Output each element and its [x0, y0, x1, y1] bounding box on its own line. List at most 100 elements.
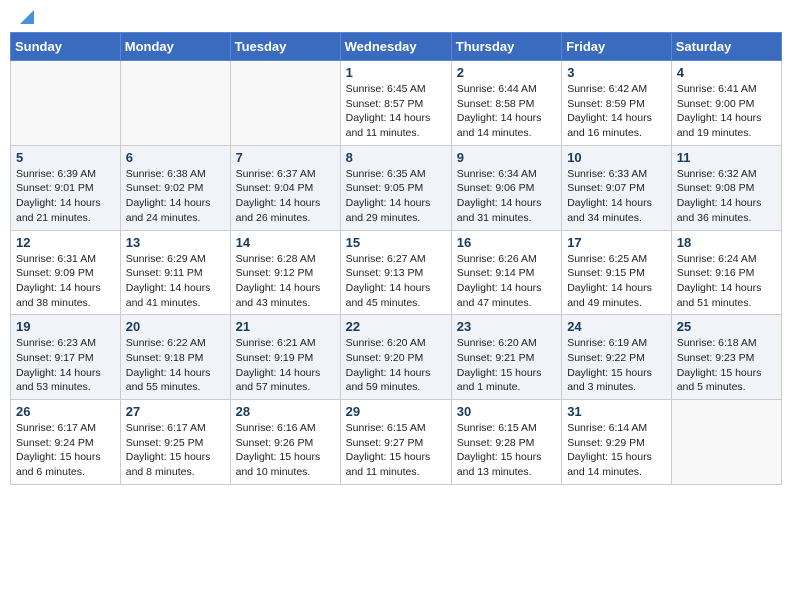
day-info: Sunrise: 6:20 AMSunset: 9:21 PMDaylight:…: [457, 336, 556, 395]
day-number: 14: [236, 235, 335, 250]
day-number: 10: [567, 150, 666, 165]
calendar-cell: [11, 61, 121, 146]
calendar-cell: 21 Sunrise: 6:21 AMSunset: 9:19 PMDayligh…: [230, 315, 340, 400]
calendar-cell: 14 Sunrise: 6:28 AMSunset: 9:12 PMDayligh…: [230, 230, 340, 315]
calendar-cell: 5 Sunrise: 6:39 AMSunset: 9:01 PMDaylight…: [11, 145, 121, 230]
day-number: 20: [126, 319, 225, 334]
calendar-cell: 7 Sunrise: 6:37 AMSunset: 9:04 PMDaylight…: [230, 145, 340, 230]
day-number: 25: [677, 319, 776, 334]
day-number: 11: [677, 150, 776, 165]
col-header-saturday: Saturday: [671, 33, 781, 61]
day-number: 21: [236, 319, 335, 334]
calendar-cell: 16 Sunrise: 6:26 AMSunset: 9:14 PMDayligh…: [451, 230, 561, 315]
day-info: Sunrise: 6:37 AMSunset: 9:04 PMDaylight:…: [236, 167, 335, 226]
day-info: Sunrise: 6:42 AMSunset: 8:59 PMDaylight:…: [567, 82, 666, 141]
day-number: 28: [236, 404, 335, 419]
calendar-cell: 15 Sunrise: 6:27 AMSunset: 9:13 PMDayligh…: [340, 230, 451, 315]
day-info: Sunrise: 6:23 AMSunset: 9:17 PMDaylight:…: [16, 336, 115, 395]
col-header-tuesday: Tuesday: [230, 33, 340, 61]
calendar-cell: 22 Sunrise: 6:20 AMSunset: 9:20 PMDayligh…: [340, 315, 451, 400]
day-info: Sunrise: 6:27 AMSunset: 9:13 PMDaylight:…: [346, 252, 446, 311]
day-number: 19: [16, 319, 115, 334]
calendar-cell: 2Sunrise: 6:44 AMSunset: 8:58 PMDaylight…: [451, 61, 561, 146]
day-info: Sunrise: 6:16 AMSunset: 9:26 PMDaylight:…: [236, 421, 335, 480]
day-number: 27: [126, 404, 225, 419]
day-info: Sunrise: 6:17 AMSunset: 9:24 PMDaylight:…: [16, 421, 115, 480]
day-number: 22: [346, 319, 446, 334]
day-info: Sunrise: 6:19 AMSunset: 9:22 PMDaylight:…: [567, 336, 666, 395]
calendar-cell: 10 Sunrise: 6:33 AMSunset: 9:07 PMDayligh…: [562, 145, 672, 230]
logo: [14, 10, 38, 24]
day-number: 3: [567, 65, 666, 80]
day-number: 8: [346, 150, 446, 165]
day-info: Sunrise: 6:34 AMSunset: 9:06 PMDaylight:…: [457, 167, 556, 226]
day-info: Sunrise: 6:22 AMSunset: 9:18 PMDaylight:…: [126, 336, 225, 395]
calendar-header-row: SundayMondayTuesdayWednesdayThursdayFrid…: [11, 33, 782, 61]
calendar-week-2: 5 Sunrise: 6:39 AMSunset: 9:01 PMDaylight…: [11, 145, 782, 230]
calendar-week-5: 26 Sunrise: 6:17 AMSunset: 9:24 PMDayligh…: [11, 400, 782, 485]
day-info: Sunrise: 6:21 AMSunset: 9:19 PMDaylight:…: [236, 336, 335, 395]
day-info: Sunrise: 6:31 AMSunset: 9:09 PMDaylight:…: [16, 252, 115, 311]
day-info: Sunrise: 6:38 AMSunset: 9:02 PMDaylight:…: [126, 167, 225, 226]
day-number: 26: [16, 404, 115, 419]
day-info: Sunrise: 6:39 AMSunset: 9:01 PMDaylight:…: [16, 167, 115, 226]
day-number: 2: [457, 65, 556, 80]
calendar-cell: 12 Sunrise: 6:31 AMSunset: 9:09 PMDayligh…: [11, 230, 121, 315]
col-header-thursday: Thursday: [451, 33, 561, 61]
calendar-cell: 20 Sunrise: 6:22 AMSunset: 9:18 PMDayligh…: [120, 315, 230, 400]
day-number: 4: [677, 65, 776, 80]
calendar-week-1: 1 Sunrise: 6:45 AMSunset: 8:57 PMDaylight…: [11, 61, 782, 146]
day-number: 24: [567, 319, 666, 334]
day-number: 5: [16, 150, 115, 165]
day-info: Sunrise: 6:26 AMSunset: 9:14 PMDaylight:…: [457, 252, 556, 311]
day-info: Sunrise: 6:45 AMSunset: 8:57 PMDaylight:…: [346, 82, 446, 141]
day-info: Sunrise: 6:35 AMSunset: 9:05 PMDaylight:…: [346, 167, 446, 226]
calendar-cell: 27 Sunrise: 6:17 AMSunset: 9:25 PMDayligh…: [120, 400, 230, 485]
col-header-sunday: Sunday: [11, 33, 121, 61]
day-number: 31: [567, 404, 666, 419]
day-number: 23: [457, 319, 556, 334]
day-number: 7: [236, 150, 335, 165]
day-number: 30: [457, 404, 556, 419]
calendar-week-4: 19 Sunrise: 6:23 AMSunset: 9:17 PMDayligh…: [11, 315, 782, 400]
col-header-monday: Monday: [120, 33, 230, 61]
day-number: 12: [16, 235, 115, 250]
day-info: Sunrise: 6:32 AMSunset: 9:08 PMDaylight:…: [677, 167, 776, 226]
calendar-table: SundayMondayTuesdayWednesdayThursdayFrid…: [10, 32, 782, 485]
calendar-week-3: 12 Sunrise: 6:31 AMSunset: 9:09 PMDayligh…: [11, 230, 782, 315]
day-info: Sunrise: 6:20 AMSunset: 9:20 PMDaylight:…: [346, 336, 446, 395]
day-info: Sunrise: 6:28 AMSunset: 9:12 PMDaylight:…: [236, 252, 335, 311]
day-info: Sunrise: 6:25 AMSunset: 9:15 PMDaylight:…: [567, 252, 666, 311]
calendar-cell: [230, 61, 340, 146]
calendar-cell: 28 Sunrise: 6:16 AMSunset: 9:26 PMDayligh…: [230, 400, 340, 485]
day-info: Sunrise: 6:15 AMSunset: 9:28 PMDaylight:…: [457, 421, 556, 480]
day-info: Sunrise: 6:15 AMSunset: 9:27 PMDaylight:…: [346, 421, 446, 480]
day-number: 13: [126, 235, 225, 250]
calendar-cell: 19 Sunrise: 6:23 AMSunset: 9:17 PMDayligh…: [11, 315, 121, 400]
calendar-cell: 26 Sunrise: 6:17 AMSunset: 9:24 PMDayligh…: [11, 400, 121, 485]
day-number: 15: [346, 235, 446, 250]
calendar-cell: 17 Sunrise: 6:25 AMSunset: 9:15 PMDayligh…: [562, 230, 672, 315]
day-info: Sunrise: 6:41 AMSunset: 9:00 PMDaylight:…: [677, 82, 776, 141]
day-number: 1: [346, 65, 446, 80]
calendar-cell: 4 Sunrise: 6:41 AMSunset: 9:00 PMDaylight…: [671, 61, 781, 146]
day-info: Sunrise: 6:17 AMSunset: 9:25 PMDaylight:…: [126, 421, 225, 480]
col-header-wednesday: Wednesday: [340, 33, 451, 61]
day-info: Sunrise: 6:33 AMSunset: 9:07 PMDaylight:…: [567, 167, 666, 226]
day-number: 6: [126, 150, 225, 165]
day-number: 16: [457, 235, 556, 250]
day-number: 17: [567, 235, 666, 250]
calendar-cell: [671, 400, 781, 485]
calendar-cell: 11 Sunrise: 6:32 AMSunset: 9:08 PMDayligh…: [671, 145, 781, 230]
col-header-friday: Friday: [562, 33, 672, 61]
calendar-cell: 25Sunrise: 6:18 AMSunset: 9:23 PMDayligh…: [671, 315, 781, 400]
calendar-cell: 18Sunrise: 6:24 AMSunset: 9:16 PMDayligh…: [671, 230, 781, 315]
page-header: [10, 10, 782, 24]
day-info: Sunrise: 6:24 AMSunset: 9:16 PMDaylight:…: [677, 252, 776, 311]
calendar-cell: [120, 61, 230, 146]
calendar-cell: 13Sunrise: 6:29 AMSunset: 9:11 PMDayligh…: [120, 230, 230, 315]
calendar-cell: 29Sunrise: 6:15 AMSunset: 9:27 PMDayligh…: [340, 400, 451, 485]
calendar-cell: 31Sunrise: 6:14 AMSunset: 9:29 PMDayligh…: [562, 400, 672, 485]
calendar-cell: 30 Sunrise: 6:15 AMSunset: 9:28 PMDayligh…: [451, 400, 561, 485]
calendar-cell: 3 Sunrise: 6:42 AMSunset: 8:59 PMDaylight…: [562, 61, 672, 146]
